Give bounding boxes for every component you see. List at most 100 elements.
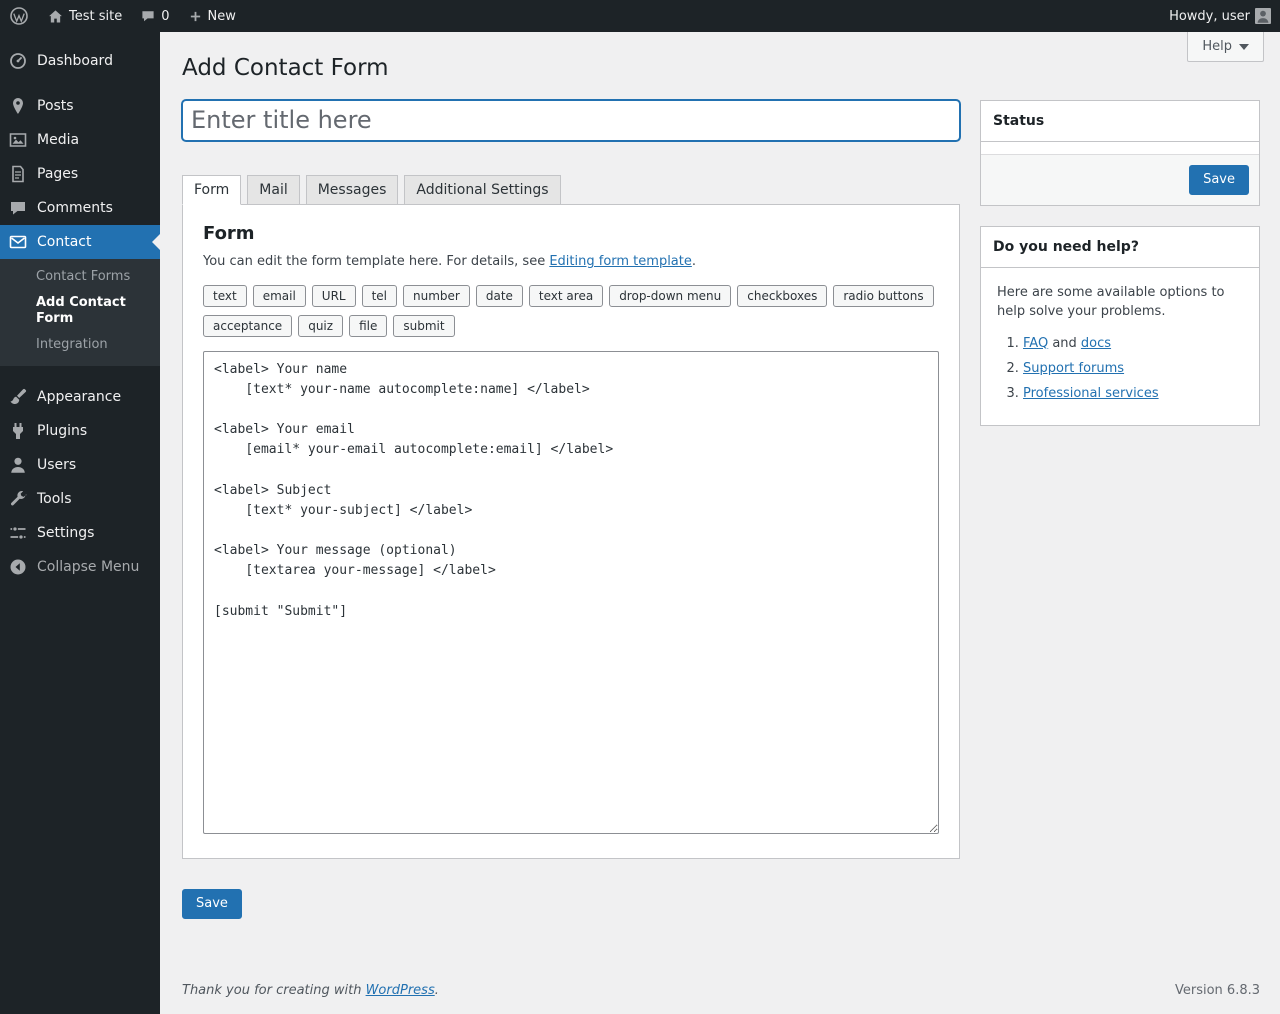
editor-column: Form Mail Messages Additional Settings F… — [182, 99, 960, 919]
tab-form[interactable]: Form — [182, 174, 242, 205]
comments-count: 0 — [161, 8, 170, 24]
footer: Thank you for creating with WordPress. V… — [182, 969, 1260, 1014]
tag-button-email[interactable]: email — [252, 284, 306, 307]
tag-button-checkboxes[interactable]: checkboxes — [737, 284, 828, 307]
sidebar-item-plugins[interactable]: Plugins — [0, 414, 160, 448]
sidebar-item-tools[interactable]: Tools — [0, 482, 160, 516]
help-tab-label: Help — [1202, 39, 1232, 54]
home-icon — [47, 8, 64, 25]
sidebar-item-pages[interactable]: Pages — [0, 157, 160, 191]
main-area: Help Add Contact Form Form Mail Messages… — [160, 0, 1280, 1014]
tag-button-file[interactable]: file — [349, 314, 388, 337]
editor-tabs: Form Mail Messages Additional Settings — [182, 174, 960, 205]
faq-link[interactable]: FAQ — [1023, 336, 1048, 351]
submenu-item-add-contact-form[interactable]: Add Contact Form — [0, 290, 160, 332]
sidebar-item-label: Appearance — [37, 389, 122, 405]
tab-mail[interactable]: Mail — [247, 174, 300, 205]
plus-icon — [188, 9, 203, 24]
tag-button-number[interactable]: number — [403, 284, 470, 307]
title-input[interactable] — [182, 99, 960, 141]
tag-button-acceptance[interactable]: acceptance — [203, 314, 293, 337]
sidebar-item-label: Contact — [37, 234, 92, 250]
status-box: Status Save — [980, 99, 1260, 206]
footer-version: Version 6.8.3 — [1174, 983, 1260, 998]
chevron-down-icon — [1239, 43, 1249, 50]
sidebar-item-label: Posts — [37, 98, 74, 114]
admin-sidebar: Dashboard Posts Media Pages Comments Con… — [0, 32, 160, 1014]
description-suffix: . — [691, 253, 697, 269]
help-tab[interactable]: Help — [1187, 32, 1264, 62]
sidebar-item-comments[interactable]: Comments — [0, 191, 160, 225]
mail-icon — [8, 232, 28, 252]
tag-button-url[interactable]: URL — [311, 284, 356, 307]
sidebar-item-dashboard[interactable]: Dashboard — [0, 44, 160, 78]
status-save-button[interactable]: Save — [1189, 164, 1249, 195]
sidebar-item-appearance[interactable]: Appearance — [0, 380, 160, 414]
sidebar-item-label: Users — [37, 457, 77, 473]
tag-button-text-area[interactable]: text area — [528, 284, 604, 307]
submenu-item-contact-forms[interactable]: Contact Forms — [0, 264, 160, 290]
save-button[interactable]: Save — [182, 888, 242, 919]
admin-bar-left: Test site 0 New — [0, 0, 245, 32]
help-box-title: Do you need help? — [981, 227, 1259, 268]
tag-button-radio-buttons[interactable]: radio buttons — [833, 284, 934, 307]
support-forums-link[interactable]: Support forums — [1023, 361, 1124, 376]
form-panel-heading: Form — [203, 222, 255, 244]
contact-submenu: Contact Forms Add Contact Form Integrati… — [0, 259, 160, 366]
tab-additional-settings[interactable]: Additional Settings — [404, 174, 561, 205]
tab-messages[interactable]: Messages — [305, 174, 399, 205]
editing-form-template-link[interactable]: Editing form template — [549, 254, 692, 269]
tag-button-submit[interactable]: submit — [393, 314, 455, 337]
sidebar-item-label: Plugins — [37, 423, 88, 439]
comments-shortcut[interactable]: 0 — [131, 0, 178, 32]
comments-icon — [8, 198, 28, 218]
collapse-menu-button[interactable]: Collapse Menu — [0, 550, 160, 584]
tag-button-tel[interactable]: tel — [361, 284, 398, 307]
description-text: You can edit the form template here. For… — [203, 253, 550, 269]
sidebar-item-label: Dashboard — [37, 53, 113, 69]
tag-button-drop-down-menu[interactable]: drop-down menu — [609, 284, 732, 307]
collapse-icon — [8, 557, 28, 577]
wordpress-logo-icon — [9, 6, 29, 26]
professional-services-link[interactable]: Professional services — [1023, 386, 1159, 401]
help-item-connector: and — [1048, 335, 1081, 351]
brush-icon — [8, 387, 28, 407]
pin-icon — [8, 96, 28, 116]
new-content-button[interactable]: New — [179, 0, 245, 32]
footer-thanks-suffix: . — [434, 983, 439, 998]
help-list-item: Support forums — [1023, 361, 1243, 376]
form-panel-description: You can edit the form template here. For… — [203, 254, 939, 269]
docs-link[interactable]: docs — [1081, 336, 1111, 351]
sidebar-item-label: Media — [37, 132, 80, 148]
sidebar-item-posts[interactable]: Posts — [0, 89, 160, 123]
status-box-title: Status — [981, 101, 1259, 142]
page-title: Add Contact Form — [182, 55, 389, 81]
page-icon — [8, 164, 28, 184]
submenu-item-integration[interactable]: Integration — [0, 332, 160, 358]
help-options-list: FAQ and docs Support forums Professional… — [997, 336, 1243, 401]
wordpress-link[interactable]: WordPress — [366, 983, 435, 998]
sidebar-item-label: Pages — [37, 166, 79, 182]
settings-icon — [8, 523, 28, 543]
tag-generator-buttons: text email URL tel number date text area… — [203, 284, 939, 337]
account-menu[interactable]: Howdy, user — [1160, 0, 1280, 32]
content: Add Contact Form Form Mail Messages Addi… — [160, 32, 1280, 1014]
sidebar-item-media[interactable]: Media — [0, 123, 160, 157]
avatar — [1255, 8, 1271, 24]
wrench-icon — [8, 489, 28, 509]
columns: Form Mail Messages Additional Settings F… — [182, 99, 1260, 919]
sidebar-item-contact[interactable]: Contact — [0, 225, 160, 259]
tag-button-date[interactable]: date — [475, 284, 523, 307]
tag-button-text[interactable]: text — [203, 284, 247, 307]
sidebar-item-users[interactable]: Users — [0, 448, 160, 482]
form-template-textarea[interactable]: <label> Your name [text* your-name autoc… — [203, 350, 939, 834]
footer-thanks-text: Thank you for creating with — [182, 983, 366, 998]
admin-bar-right: Howdy, user — [1160, 0, 1280, 32]
admin-bar: Test site 0 New Howdy, user — [0, 0, 1280, 32]
site-name-link[interactable]: Test site — [38, 0, 131, 32]
comment-icon — [140, 8, 156, 24]
wp-logo-menu[interactable] — [0, 0, 38, 32]
help-list-item: Professional services — [1023, 386, 1243, 401]
sidebar-item-settings[interactable]: Settings — [0, 516, 160, 550]
tag-button-quiz[interactable]: quiz — [298, 314, 344, 337]
